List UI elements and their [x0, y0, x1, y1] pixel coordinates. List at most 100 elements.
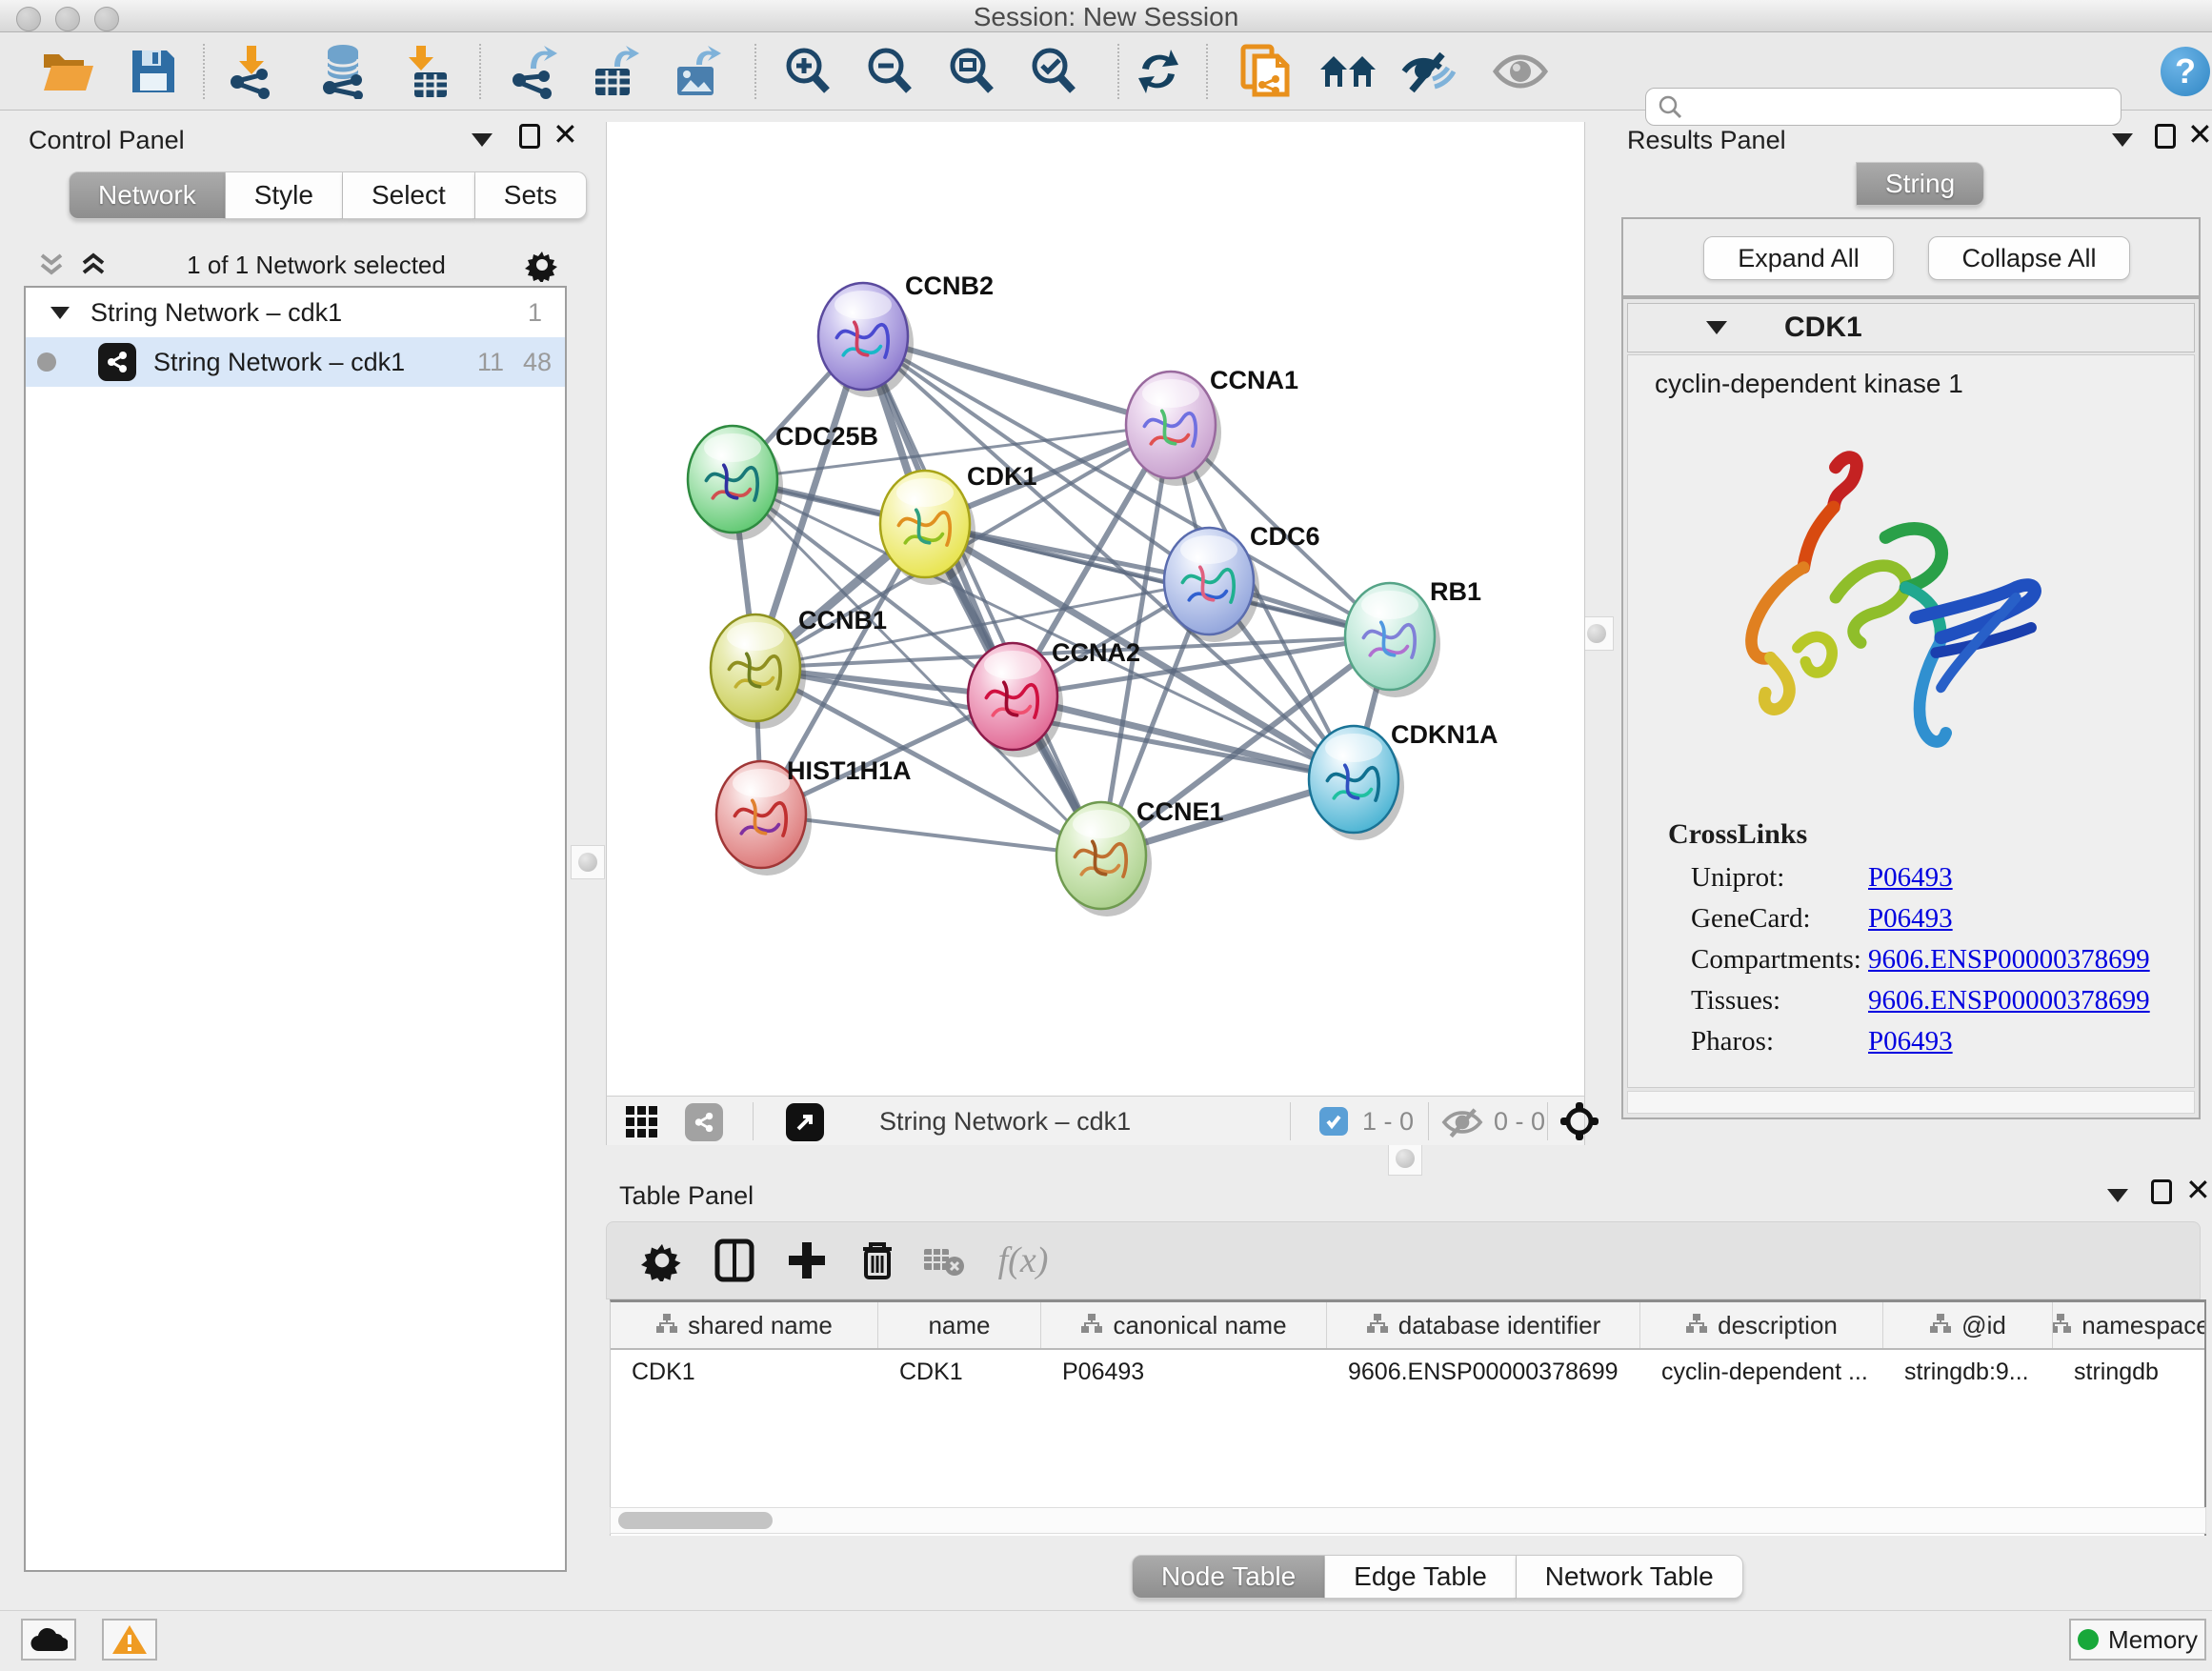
- zoom-in-button[interactable]: [774, 42, 842, 101]
- node-CDKN1A[interactable]: CDKN1A: [1309, 720, 1498, 840]
- column-type-icon: [1080, 1311, 1103, 1340]
- clone-network-button[interactable]: [1232, 42, 1300, 101]
- crosslink-link[interactable]: P06493: [1868, 903, 1953, 935]
- column-header-database-identifier[interactable]: database identifier: [1327, 1302, 1640, 1348]
- show-hide-graphics-details-button[interactable]: [1395, 42, 1463, 101]
- node-CDC25B[interactable]: CDC25B: [688, 422, 878, 540]
- results-horizontal-scrollbar[interactable]: [1627, 1091, 2195, 1114]
- save-session-button[interactable]: [119, 42, 188, 101]
- crosslink-link[interactable]: 9606.ENSP00000378699: [1868, 944, 2150, 976]
- cdk1-section-header[interactable]: CDK1: [1627, 303, 2195, 352]
- table-horizontal-scrollbar[interactable]: [610, 1507, 2206, 1534]
- cell-description[interactable]: cyclin-dependent ...: [1640, 1359, 1883, 1386]
- column-header-name[interactable]: name: [878, 1302, 1041, 1348]
- status-bar: Memory: [0, 1610, 2212, 1671]
- cdk1-expander-icon[interactable]: [1706, 321, 1727, 334]
- table-options-button[interactable]: [632, 1230, 693, 1291]
- tab-string[interactable]: String: [1856, 162, 1984, 206]
- memory-button[interactable]: Memory: [2069, 1619, 2206, 1661]
- cell-name[interactable]: CDK1: [878, 1359, 1041, 1386]
- export-image-button[interactable]: [662, 42, 731, 101]
- export-network-button[interactable]: [498, 42, 567, 101]
- control-panel-menu-caret[interactable]: [472, 133, 493, 147]
- expand-all-chevron-icon[interactable]: [37, 252, 66, 278]
- import-table-file-button[interactable]: [391, 42, 459, 101]
- import-network-database-button[interactable]: [309, 42, 377, 101]
- table-panel-float-button[interactable]: [2151, 1179, 2172, 1204]
- tab-style[interactable]: Style: [226, 171, 343, 219]
- cell-shared-name[interactable]: CDK1: [611, 1359, 878, 1386]
- scrollbar-thumb[interactable]: [618, 1512, 773, 1529]
- open-session-button[interactable]: [33, 42, 102, 101]
- node-CCNE1[interactable]: CCNE1: [1056, 797, 1224, 916]
- column-header-canonical-name[interactable]: canonical name: [1041, 1302, 1327, 1348]
- zoom-selected-button[interactable]: [1019, 42, 1088, 101]
- node-HIST1H1A[interactable]: HIST1H1A: [716, 756, 912, 876]
- network-view-canvas[interactable]: CCNB2CCNA1CDC25BCDK1CDC6RB1CCNB1CCNA2CDK…: [606, 122, 1585, 1096]
- node-CCNA2[interactable]: CCNA2: [968, 638, 1140, 757]
- expand-all-button[interactable]: Expand All: [1703, 236, 1894, 280]
- node-CCNB2[interactable]: CCNB2: [818, 272, 994, 397]
- table-row[interactable]: CDK1CDK1P064939606.ENSP00000378699cyclin…: [611, 1350, 2204, 1394]
- help-button[interactable]: ?: [2151, 42, 2212, 101]
- table-panel-close-button[interactable]: ✕: [2185, 1178, 2211, 1202]
- control-panel-float-button[interactable]: [519, 124, 540, 149]
- network-collection-row[interactable]: String Network – cdk1 1: [26, 288, 565, 337]
- column-header-namespace[interactable]: namespace: [2053, 1302, 2206, 1348]
- results-panel-close-button[interactable]: ✕: [2187, 122, 2212, 147]
- export-table-button[interactable]: [580, 42, 649, 101]
- grid-view-icon[interactable]: [624, 1104, 660, 1140]
- birdseye-crosshair-icon[interactable]: [1559, 1101, 1599, 1141]
- node-CDK1[interactable]: CDK1: [880, 462, 1037, 585]
- left-splitter-handle[interactable]: [571, 845, 605, 879]
- tab-network-table[interactable]: Network Table: [1517, 1555, 1743, 1599]
- network-share-view-icon[interactable]: [685, 1103, 723, 1141]
- zoom-out-button[interactable]: [855, 42, 924, 101]
- bottom-splitter-handle[interactable]: [1388, 1141, 1422, 1176]
- refresh-view-button[interactable]: [1124, 42, 1193, 101]
- results-panel-float-button[interactable]: [2155, 124, 2176, 149]
- collection-expander-icon[interactable]: [50, 307, 70, 319]
- function-builder-button[interactable]: f(x): [980, 1230, 1066, 1291]
- cell-canonical-name[interactable]: P06493: [1041, 1359, 1327, 1386]
- column-header-shared-name[interactable]: shared name: [611, 1302, 878, 1348]
- cloud-status-button[interactable]: [21, 1619, 76, 1661]
- table-panel-menu-caret[interactable]: [2107, 1189, 2128, 1202]
- cell-@id[interactable]: stringdb:9...: [1883, 1359, 2053, 1386]
- birds-eye-view-button[interactable]: [1486, 42, 1555, 101]
- delete-table-button[interactable]: [914, 1230, 975, 1291]
- create-column-button[interactable]: [776, 1230, 837, 1291]
- tab-edge-table[interactable]: Edge Table: [1325, 1555, 1517, 1599]
- cell-database-identifier[interactable]: 9606.ENSP00000378699: [1327, 1359, 1640, 1386]
- results-panel-menu-caret[interactable]: [2112, 133, 2133, 147]
- delete-column-button[interactable]: [847, 1230, 908, 1291]
- search-field[interactable]: [1645, 88, 2122, 126]
- column-header-description[interactable]: description: [1640, 1302, 1883, 1348]
- show-all-panels-button[interactable]: [1314, 42, 1382, 101]
- network-row-selected[interactable]: String Network – cdk1 11 48: [26, 337, 565, 387]
- crosslink-link[interactable]: 9606.ENSP00000378699: [1868, 985, 2150, 1017]
- collapse-all-button[interactable]: Collapse All: [1928, 236, 2130, 280]
- control-panel-close-button[interactable]: ✕: [553, 122, 578, 147]
- tab-sets[interactable]: Sets: [475, 171, 587, 219]
- node-CCNA1[interactable]: CCNA1: [1126, 366, 1298, 486]
- node-RB1[interactable]: RB1: [1345, 577, 1481, 697]
- node-CCNB1[interactable]: CCNB1: [711, 606, 887, 729]
- cell-namespace[interactable]: stringdb: [2053, 1359, 2206, 1386]
- column-header-@id[interactable]: @id: [1883, 1302, 2053, 1348]
- import-network-file-button[interactable]: [216, 42, 285, 101]
- tab-node-table[interactable]: Node Table: [1132, 1555, 1325, 1599]
- crosslink-link[interactable]: P06493: [1868, 1026, 1953, 1057]
- show-columns-button[interactable]: [704, 1230, 765, 1291]
- collapse-all-chevron-icon[interactable]: [79, 252, 108, 278]
- crosslink-link[interactable]: P06493: [1868, 862, 1953, 894]
- tab-network[interactable]: Network: [69, 171, 226, 219]
- zoom-fit-button[interactable]: [937, 42, 1006, 101]
- tab-select[interactable]: Select: [343, 171, 475, 219]
- search-input[interactable]: [1690, 92, 2109, 122]
- network-options-gear-icon[interactable]: [525, 248, 559, 282]
- selected-items-checkbox-icon[interactable]: [1319, 1107, 1348, 1136]
- detach-view-icon[interactable]: [786, 1103, 824, 1141]
- import-database-icon: [314, 44, 372, 99]
- warnings-button[interactable]: [102, 1619, 157, 1661]
